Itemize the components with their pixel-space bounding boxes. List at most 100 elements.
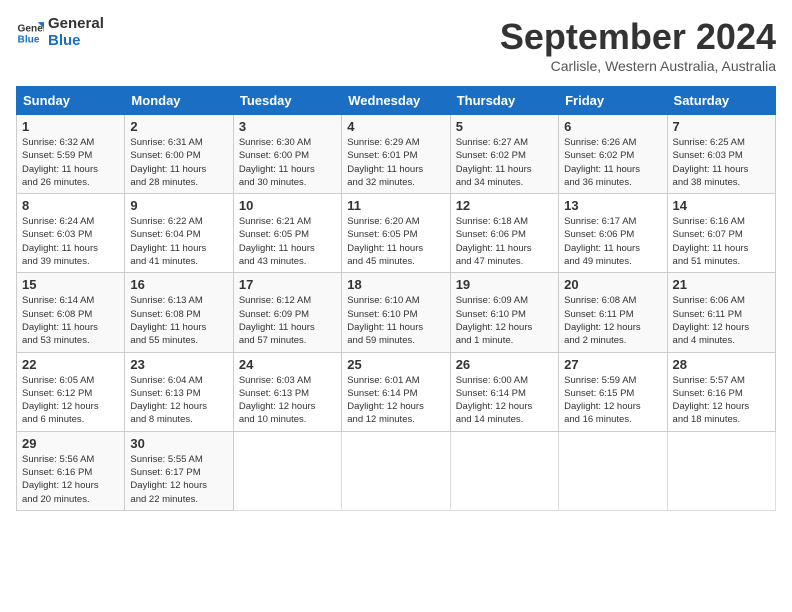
calendar-table: Sunday Monday Tuesday Wednesday Thursday… xyxy=(16,86,776,511)
day-number: 13 xyxy=(564,198,661,213)
table-row: 21 Sunrise: 6:06 AM Sunset: 6:11 PM Dayli… xyxy=(667,273,775,352)
table-row xyxy=(667,431,775,510)
day-number: 20 xyxy=(564,277,661,292)
table-row: 29 Sunrise: 5:56 AM Sunset: 6:16 PM Dayli… xyxy=(17,431,125,510)
day-number: 21 xyxy=(673,277,770,292)
table-row: 25 Sunrise: 6:01 AM Sunset: 6:14 PM Dayli… xyxy=(342,352,450,431)
table-row: 10 Sunrise: 6:21 AM Sunset: 6:05 PM Dayli… xyxy=(233,194,341,273)
table-row: 19 Sunrise: 6:09 AM Sunset: 6:10 PM Dayli… xyxy=(450,273,558,352)
day-number: 16 xyxy=(130,277,227,292)
day-number: 19 xyxy=(456,277,553,292)
table-row: 17 Sunrise: 6:12 AM Sunset: 6:09 PM Dayli… xyxy=(233,273,341,352)
table-row: 26 Sunrise: 6:00 AM Sunset: 6:14 PM Dayli… xyxy=(450,352,558,431)
table-row: 5 Sunrise: 6:27 AM Sunset: 6:02 PM Daylig… xyxy=(450,115,558,194)
day-number: 7 xyxy=(673,119,770,134)
calendar-header-row: Sunday Monday Tuesday Wednesday Thursday… xyxy=(17,87,776,115)
col-tuesday: Tuesday xyxy=(233,87,341,115)
logo-text-general: General xyxy=(48,16,104,33)
day-number: 3 xyxy=(239,119,336,134)
svg-text:General: General xyxy=(18,23,44,34)
day-number: 29 xyxy=(22,436,119,451)
day-number: 23 xyxy=(130,357,227,372)
day-info: Sunrise: 6:18 AM Sunset: 6:06 PM Dayligh… xyxy=(456,215,553,268)
calendar-week-row: 29 Sunrise: 5:56 AM Sunset: 6:16 PM Dayli… xyxy=(17,431,776,510)
day-info: Sunrise: 6:13 AM Sunset: 6:08 PM Dayligh… xyxy=(130,294,227,347)
day-info: Sunrise: 6:09 AM Sunset: 6:10 PM Dayligh… xyxy=(456,294,553,347)
table-row: 11 Sunrise: 6:20 AM Sunset: 6:05 PM Dayli… xyxy=(342,194,450,273)
day-info: Sunrise: 6:01 AM Sunset: 6:14 PM Dayligh… xyxy=(347,374,444,427)
day-info: Sunrise: 6:24 AM Sunset: 6:03 PM Dayligh… xyxy=(22,215,119,268)
day-info: Sunrise: 6:22 AM Sunset: 6:04 PM Dayligh… xyxy=(130,215,227,268)
col-saturday: Saturday xyxy=(667,87,775,115)
table-row: 2 Sunrise: 6:31 AM Sunset: 6:00 PM Daylig… xyxy=(125,115,233,194)
logo: General Blue General Blue xyxy=(16,16,104,49)
table-row: 27 Sunrise: 5:59 AM Sunset: 6:15 PM Dayli… xyxy=(559,352,667,431)
table-row: 22Sunrise: 6:05 AM Sunset: 6:12 PM Dayli… xyxy=(17,352,125,431)
col-sunday: Sunday xyxy=(17,87,125,115)
col-friday: Friday xyxy=(559,87,667,115)
day-info: Sunrise: 6:21 AM Sunset: 6:05 PM Dayligh… xyxy=(239,215,336,268)
day-info: Sunrise: 5:56 AM Sunset: 6:16 PM Dayligh… xyxy=(22,453,119,506)
day-info: Sunrise: 6:10 AM Sunset: 6:10 PM Dayligh… xyxy=(347,294,444,347)
table-row: 16 Sunrise: 6:13 AM Sunset: 6:08 PM Dayli… xyxy=(125,273,233,352)
logo-icon: General Blue xyxy=(16,19,44,47)
logo-text-blue: Blue xyxy=(48,33,104,50)
day-info: Sunrise: 5:59 AM Sunset: 6:15 PM Dayligh… xyxy=(564,374,661,427)
day-number: 11 xyxy=(347,198,444,213)
day-number: 17 xyxy=(239,277,336,292)
day-number: 10 xyxy=(239,198,336,213)
table-row: 18 Sunrise: 6:10 AM Sunset: 6:10 PM Dayli… xyxy=(342,273,450,352)
day-info: Sunrise: 6:31 AM Sunset: 6:00 PM Dayligh… xyxy=(130,136,227,189)
col-monday: Monday xyxy=(125,87,233,115)
table-row: 13 Sunrise: 6:17 AM Sunset: 6:06 PM Dayli… xyxy=(559,194,667,273)
calendar-week-row: 22Sunrise: 6:05 AM Sunset: 6:12 PM Dayli… xyxy=(17,352,776,431)
day-info: Sunrise: 6:12 AM Sunset: 6:09 PM Dayligh… xyxy=(239,294,336,347)
day-number: 9 xyxy=(130,198,227,213)
day-number: 22 xyxy=(22,357,119,372)
day-number: 14 xyxy=(673,198,770,213)
day-number: 6 xyxy=(564,119,661,134)
table-row: 12Sunrise: 6:18 AM Sunset: 6:06 PM Dayli… xyxy=(450,194,558,273)
calendar-week-row: 15 Sunrise: 6:14 AM Sunset: 6:08 PM Dayli… xyxy=(17,273,776,352)
day-info: Sunrise: 6:00 AM Sunset: 6:14 PM Dayligh… xyxy=(456,374,553,427)
day-info: Sunrise: 6:25 AM Sunset: 6:03 PM Dayligh… xyxy=(673,136,770,189)
table-row: 20 Sunrise: 6:08 AM Sunset: 6:11 PM Dayli… xyxy=(559,273,667,352)
day-number: 30 xyxy=(130,436,227,451)
day-info: Sunrise: 6:29 AM Sunset: 6:01 PM Dayligh… xyxy=(347,136,444,189)
day-info: Sunrise: 6:14 AM Sunset: 6:08 PM Dayligh… xyxy=(22,294,119,347)
day-info: Sunrise: 6:30 AM Sunset: 6:00 PM Dayligh… xyxy=(239,136,336,189)
table-row: 8 Sunrise: 6:24 AM Sunset: 6:03 PM Daylig… xyxy=(17,194,125,273)
day-number: 28 xyxy=(673,357,770,372)
day-info: Sunrise: 6:17 AM Sunset: 6:06 PM Dayligh… xyxy=(564,215,661,268)
calendar-week-row: 8 Sunrise: 6:24 AM Sunset: 6:03 PM Daylig… xyxy=(17,194,776,273)
day-number: 25 xyxy=(347,357,444,372)
day-info: Sunrise: 6:08 AM Sunset: 6:11 PM Dayligh… xyxy=(564,294,661,347)
day-number: 2 xyxy=(130,119,227,134)
day-number: 8 xyxy=(22,198,119,213)
day-info: Sunrise: 5:57 AM Sunset: 6:16 PM Dayligh… xyxy=(673,374,770,427)
day-number: 5 xyxy=(456,119,553,134)
day-info: Sunrise: 6:20 AM Sunset: 6:05 PM Dayligh… xyxy=(347,215,444,268)
col-wednesday: Wednesday xyxy=(342,87,450,115)
day-number: 27 xyxy=(564,357,661,372)
table-row: 6 Sunrise: 6:26 AM Sunset: 6:02 PM Daylig… xyxy=(559,115,667,194)
day-number: 15 xyxy=(22,277,119,292)
table-row xyxy=(450,431,558,510)
svg-text:Blue: Blue xyxy=(18,34,40,45)
table-row xyxy=(342,431,450,510)
table-row: 4 Sunrise: 6:29 AM Sunset: 6:01 PM Daylig… xyxy=(342,115,450,194)
table-row: 14Sunrise: 6:16 AM Sunset: 6:07 PM Dayli… xyxy=(667,194,775,273)
title-area: September 2024 Carlisle, Western Austral… xyxy=(500,16,776,74)
day-info: Sunrise: 6:32 AM Sunset: 5:59 PM Dayligh… xyxy=(22,136,119,189)
day-info: Sunrise: 6:04 AM Sunset: 6:13 PM Dayligh… xyxy=(130,374,227,427)
day-number: 18 xyxy=(347,277,444,292)
col-thursday: Thursday xyxy=(450,87,558,115)
day-info: Sunrise: 6:26 AM Sunset: 6:02 PM Dayligh… xyxy=(564,136,661,189)
day-number: 4 xyxy=(347,119,444,134)
table-row: 7 Sunrise: 6:25 AM Sunset: 6:03 PM Daylig… xyxy=(667,115,775,194)
day-info: Sunrise: 6:06 AM Sunset: 6:11 PM Dayligh… xyxy=(673,294,770,347)
day-number: 26 xyxy=(456,357,553,372)
table-row: 15 Sunrise: 6:14 AM Sunset: 6:08 PM Dayli… xyxy=(17,273,125,352)
day-info: Sunrise: 6:27 AM Sunset: 6:02 PM Dayligh… xyxy=(456,136,553,189)
table-row: 23 Sunrise: 6:04 AM Sunset: 6:13 PM Dayli… xyxy=(125,352,233,431)
